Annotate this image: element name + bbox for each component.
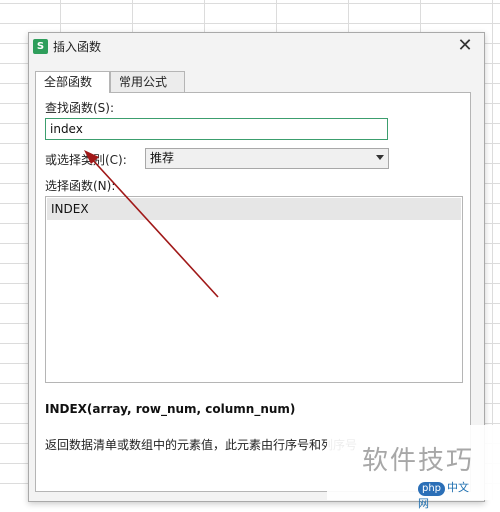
php-logo-badge: php [418,482,446,496]
category-label: 或选择类别(C): [45,153,127,167]
function-list[interactable]: INDEX [45,196,463,383]
watermark-logo: php 中文网 [418,480,478,510]
function-description: 返回数据清单或数组中的元素值，此元素由行序号和列序号 [45,438,358,452]
dialog-titlebar: S 插入函数 ✕ [29,33,484,61]
watermark-text: 软件技巧 [362,446,475,476]
list-item[interactable]: INDEX [47,198,461,220]
app-icon: S [33,39,48,54]
tab-common-formulas[interactable]: 常用公式 [110,71,185,92]
function-signature: INDEX(array, row_num, column_num) [45,402,296,416]
dialog-title: 插入函数 [53,40,102,54]
chevron-down-icon[interactable] [376,155,384,160]
search-label: 查找函数(S): [45,101,115,115]
tab-all-functions[interactable]: 全部函数 [35,71,110,93]
close-icon[interactable]: ✕ [456,37,474,55]
category-selected-value: 推荐 [150,151,175,165]
category-dropdown[interactable]: 推荐 [145,148,389,169]
search-input[interactable]: index [45,118,388,140]
function-list-label: 选择函数(N): [45,179,116,193]
